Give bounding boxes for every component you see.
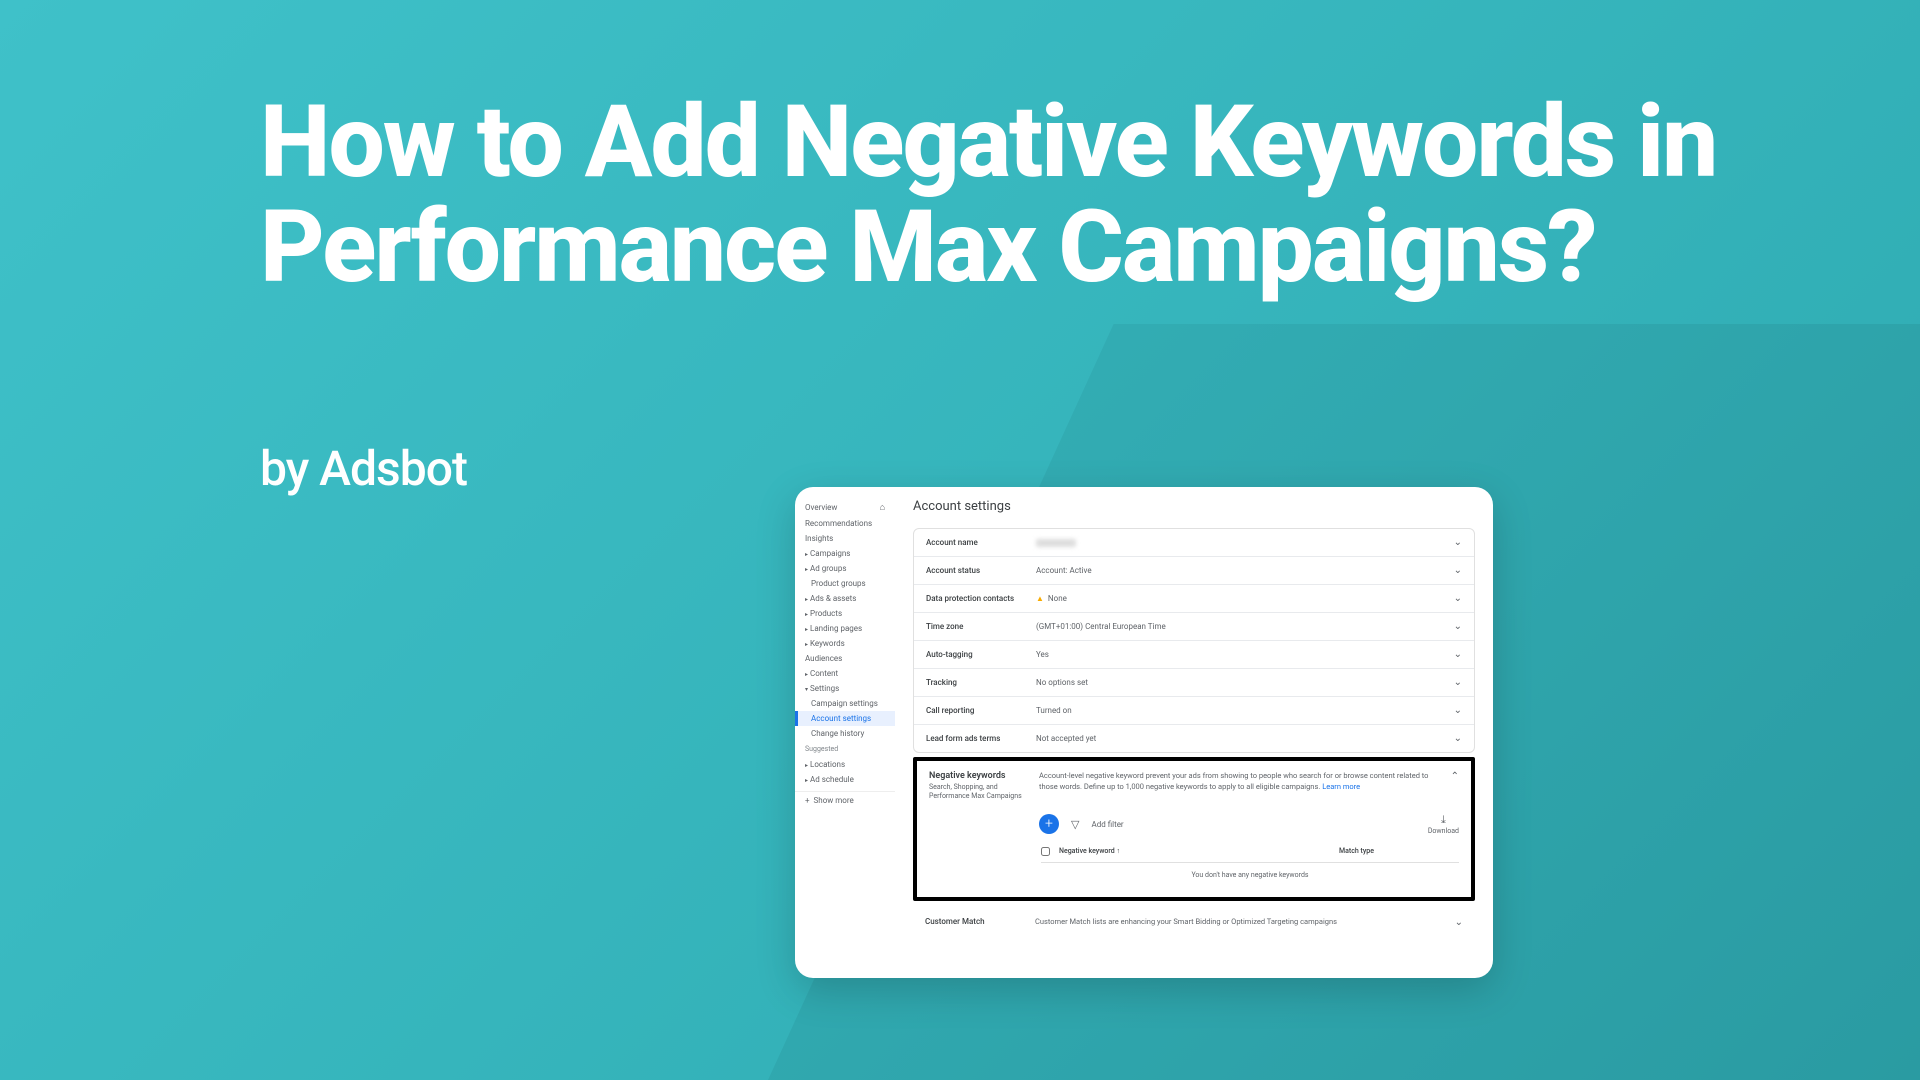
- sidebar-item-keywords[interactable]: ▸Keywords: [795, 636, 895, 651]
- row-autotagging[interactable]: Auto-taggingYes⌄: [914, 641, 1474, 669]
- chevron-up-icon[interactable]: ⌃: [1451, 771, 1459, 801]
- sidebar: Overview ⌂ Recommendations Insights ▸Cam…: [795, 487, 895, 978]
- page-title: Account settings: [913, 499, 1475, 514]
- chevron-down-icon: ⌄: [1454, 677, 1462, 688]
- select-all-checkbox[interactable]: [1041, 847, 1050, 856]
- filter-icon[interactable]: ▽: [1071, 818, 1079, 831]
- chevron-right-icon: ▸: [805, 777, 808, 784]
- show-more-button[interactable]: +Show more: [795, 791, 895, 809]
- row-callreporting[interactable]: Call reportingTurned on⌄: [914, 697, 1474, 725]
- sidebar-item-landingpages[interactable]: ▸Landing pages: [795, 621, 895, 636]
- row-timezone[interactable]: Time zone(GMT+01:00) Central European Ti…: [914, 613, 1474, 641]
- chevron-down-icon: ⌄: [1454, 733, 1462, 744]
- sidebar-item-settings[interactable]: ▾Settings: [795, 681, 895, 696]
- redacted-value: [1036, 539, 1076, 547]
- sidebar-item-accountsettings[interactable]: Account settings: [795, 711, 895, 726]
- sort-arrow-icon: ↑: [1116, 847, 1120, 855]
- chevron-down-icon: ⌄: [1454, 537, 1462, 548]
- sidebar-item-content[interactable]: ▸Content: [795, 666, 895, 681]
- chevron-down-icon: ⌄: [1454, 649, 1462, 660]
- chevron-right-icon: ▸: [805, 551, 808, 558]
- chevron-right-icon: ▸: [805, 641, 808, 648]
- add-filter-button[interactable]: Add filter: [1091, 820, 1415, 829]
- chevron-down-icon: ⌄: [1454, 621, 1462, 632]
- sidebar-item-campaigns[interactable]: ▸Campaigns: [795, 546, 895, 561]
- negative-keywords-section: Negative keywords Search, Shopping, and …: [913, 757, 1475, 901]
- hero-title: How to Add Negative Keywords in Performa…: [260, 90, 1920, 300]
- settings-list: Account name⌄ Account statusAccount: Act…: [913, 528, 1475, 753]
- row-dataprotection[interactable]: Data protection contacts▲None⌄: [914, 585, 1474, 613]
- screenshot-card: Overview ⌂ Recommendations Insights ▸Cam…: [795, 487, 1493, 978]
- sidebar-label: Overview: [805, 503, 837, 512]
- download-icon: ⤓: [1428, 813, 1459, 827]
- chevron-down-icon: ⌄: [1454, 593, 1462, 604]
- row-leadform[interactable]: Lead form ads termsNot accepted yet⌄: [914, 725, 1474, 752]
- chevron-right-icon: ▸: [805, 626, 808, 633]
- negative-keywords-subtitle: Search, Shopping, and Performance Max Ca…: [929, 783, 1029, 801]
- sidebar-item-adsassets[interactable]: ▸Ads & assets: [795, 591, 895, 606]
- negative-keywords-description: Account-level negative keyword prevent y…: [1039, 771, 1441, 801]
- chevron-right-icon: ▸: [805, 596, 808, 603]
- main-content: Account settings Account name⌄ Account s…: [895, 487, 1493, 978]
- sidebar-item-productgroups[interactable]: Product groups: [795, 576, 895, 591]
- sidebar-item-adschedule[interactable]: ▸Ad schedule: [795, 772, 895, 787]
- chevron-down-icon: ▾: [805, 686, 808, 693]
- chevron-down-icon: ⌄: [1455, 917, 1463, 928]
- warning-icon: ▲: [1036, 594, 1044, 603]
- chevron-right-icon: ▸: [805, 671, 808, 678]
- download-button[interactable]: ⤓Download: [1428, 813, 1459, 835]
- row-tracking[interactable]: TrackingNo options set⌄: [914, 669, 1474, 697]
- sidebar-item-insights[interactable]: Insights: [795, 531, 895, 546]
- sidebar-item-recommendations[interactable]: Recommendations: [795, 516, 895, 531]
- chevron-down-icon: ⌄: [1454, 705, 1462, 716]
- add-keyword-button[interactable]: +: [1039, 814, 1059, 834]
- chevron-right-icon: ▸: [805, 762, 808, 769]
- negative-keywords-title: Negative keywords: [929, 771, 1029, 781]
- chevron-right-icon: ▸: [805, 566, 808, 573]
- sidebar-suggested-label: Suggested: [795, 741, 895, 757]
- empty-state-text: You don't have any negative keywords: [1041, 863, 1459, 887]
- sidebar-item-products[interactable]: ▸Products: [795, 606, 895, 621]
- chevron-right-icon: ▸: [805, 611, 808, 618]
- sidebar-item-changehistory[interactable]: Change history: [795, 726, 895, 741]
- sidebar-item-locations[interactable]: ▸Locations: [795, 757, 895, 772]
- plus-icon: +: [805, 796, 810, 805]
- sidebar-item-audiences[interactable]: Audiences: [795, 651, 895, 666]
- column-negative-keyword[interactable]: Negative keyword ↑: [1059, 847, 1339, 858]
- byline: by Adsbot: [260, 440, 467, 497]
- column-match-type[interactable]: Match type: [1339, 847, 1459, 858]
- sidebar-item-adgroups[interactable]: ▸Ad groups: [795, 561, 895, 576]
- sidebar-item-overview[interactable]: Overview ⌂: [795, 499, 895, 516]
- sidebar-item-campaignsettings[interactable]: Campaign settings: [795, 696, 895, 711]
- row-customermatch[interactable]: Customer Match Customer Match lists are …: [913, 907, 1475, 938]
- chevron-down-icon: ⌄: [1454, 565, 1462, 576]
- home-icon: ⌂: [880, 502, 885, 513]
- row-accountname[interactable]: Account name⌄: [914, 529, 1474, 557]
- learn-more-link[interactable]: Learn more: [1322, 782, 1360, 791]
- row-accountstatus[interactable]: Account statusAccount: Active⌄: [914, 557, 1474, 585]
